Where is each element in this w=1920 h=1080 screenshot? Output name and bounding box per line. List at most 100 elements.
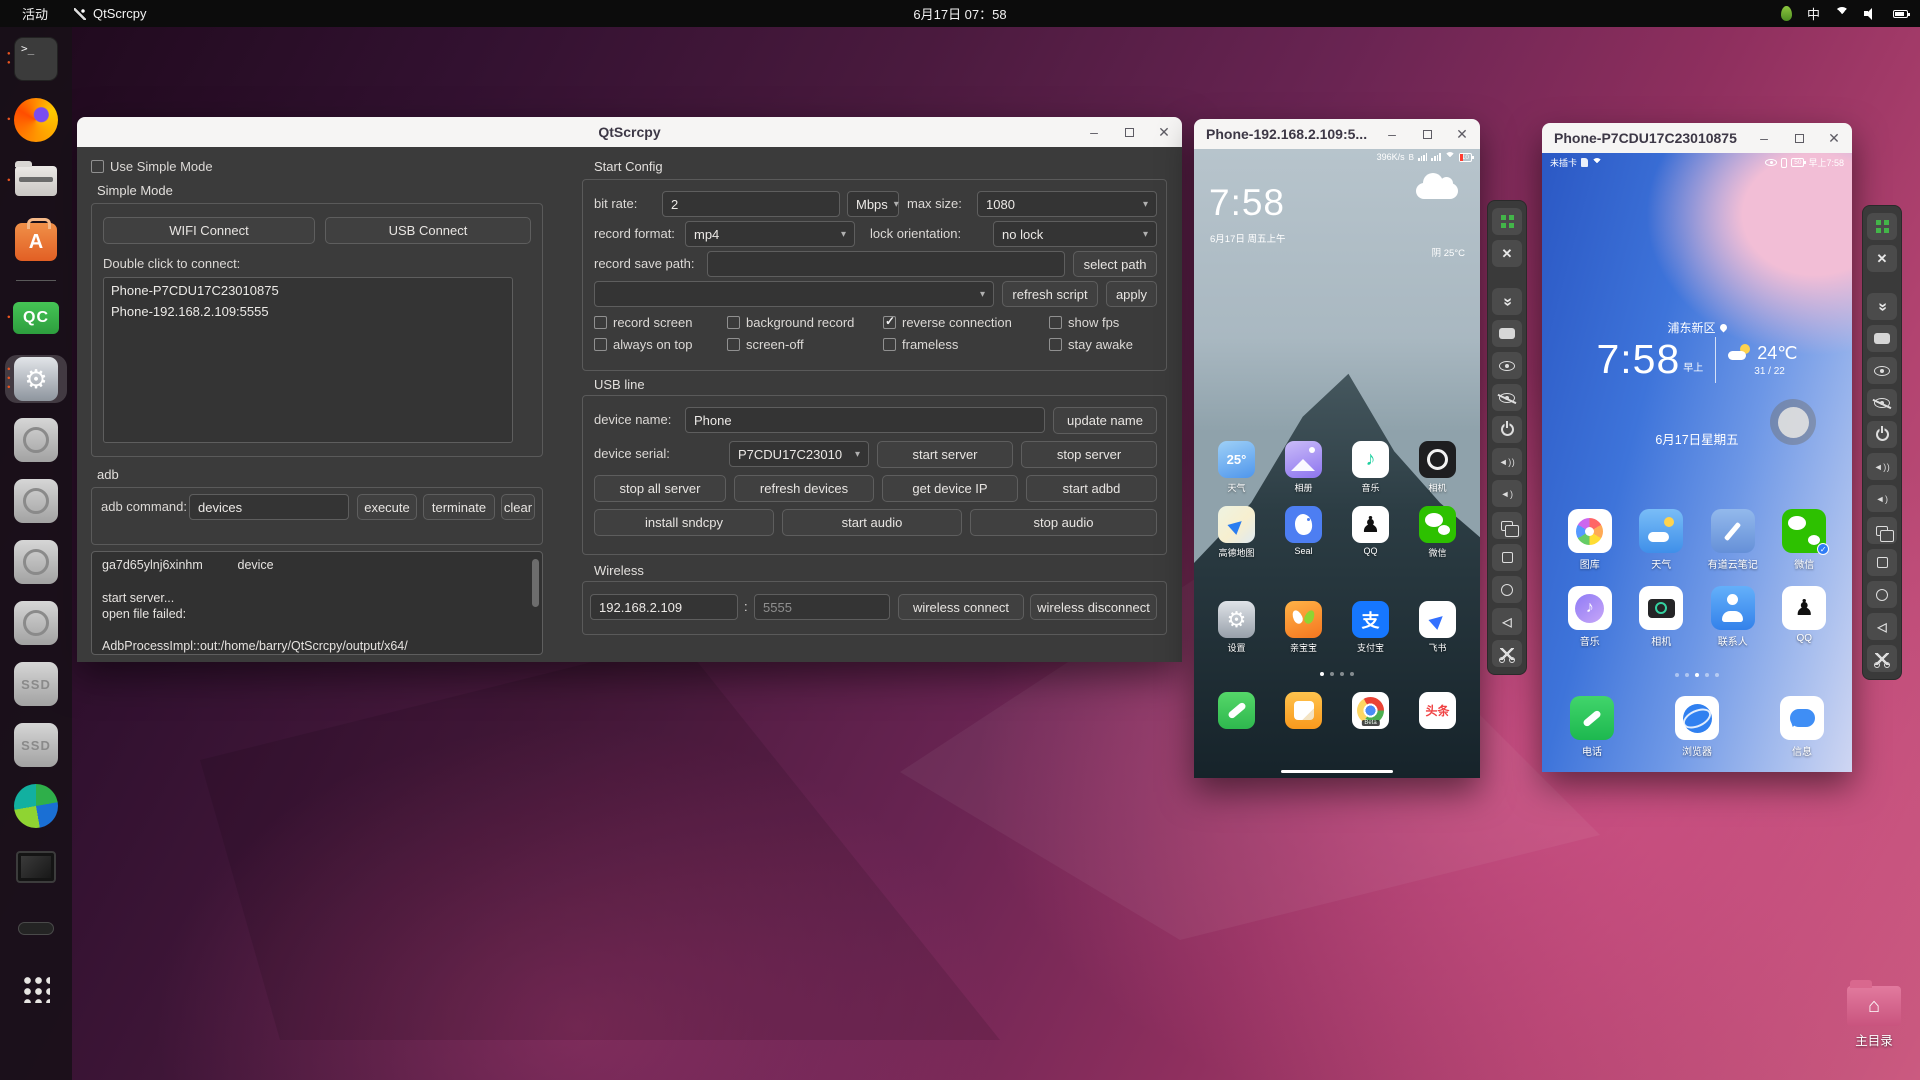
- dock-item-firefox[interactable]: [5, 96, 67, 144]
- stop-audio-button[interactable]: stop audio: [970, 509, 1157, 536]
- app-mi-weather[interactable]: 25°✓ 天气: [1218, 441, 1255, 494]
- record-screen-checkbox[interactable]: record screen: [594, 315, 727, 330]
- app-hw-music[interactable]: ♪✓ 音乐: [1567, 586, 1612, 648]
- app-youdao-note[interactable]: ✓ 有道云笔记: [1708, 509, 1758, 571]
- device-name-input[interactable]: Phone: [685, 407, 1045, 433]
- screen-on-button[interactable]: [1492, 352, 1522, 379]
- app-mi-settings[interactable]: ⚙✓ 设置: [1218, 601, 1255, 654]
- device-list-item[interactable]: Phone-P7CDU17C23010875: [104, 280, 512, 301]
- volume-up-button[interactable]: [1492, 448, 1522, 475]
- dock-item-terminal[interactable]: >_: [5, 35, 67, 83]
- app-wechat[interactable]: ✓ 微信: [1419, 506, 1456, 559]
- group-control-button[interactable]: [1492, 208, 1522, 235]
- execute-button[interactable]: execute: [357, 494, 417, 520]
- dock-item-show-apps[interactable]: [5, 965, 67, 1013]
- dock-item-disc-4[interactable]: [5, 599, 67, 647]
- phone2-maximize-button[interactable]: [1791, 130, 1807, 146]
- app-wechat[interactable]: ✓ 微信: [1782, 509, 1830, 571]
- menu-button[interactable]: [1867, 549, 1897, 576]
- frameless-checkbox[interactable]: frameless: [883, 337, 1049, 352]
- phone2-screen[interactable]: 未插卡 50 早上7:58 浦东新区 7:58 早上 24℃ 31 / 22 6…: [1542, 153, 1852, 772]
- power-button[interactable]: [1867, 421, 1897, 448]
- dock-app-phone[interactable]: ✓: [1218, 692, 1255, 732]
- phone2-titlebar[interactable]: Phone-P7CDU17C23010875 – ✕: [1542, 123, 1852, 153]
- max-size-dropdown[interactable]: 1080 ▾: [977, 191, 1157, 217]
- touch-button[interactable]: [1492, 320, 1522, 347]
- app-hw-gallery[interactable]: ✓ 图库: [1567, 509, 1612, 571]
- dock-item-disc-1[interactable]: [5, 416, 67, 464]
- phone2-clock-widget[interactable]: 7:58 早上 24℃ 31 / 22: [1542, 336, 1852, 383]
- always-on-top-checkbox[interactable]: always on top: [594, 337, 727, 352]
- app-qq[interactable]: ♟✓ QQ: [1782, 586, 1827, 648]
- screen-off-button[interactable]: [1867, 389, 1897, 416]
- screenshot-button[interactable]: [1492, 640, 1522, 667]
- show-fps-checkbox[interactable]: show fps: [1049, 315, 1159, 330]
- dock-item-files[interactable]: [5, 157, 67, 205]
- back-button[interactable]: [1867, 613, 1897, 640]
- select-path-button[interactable]: select path: [1073, 251, 1157, 277]
- phone1-maximize-button[interactable]: [1419, 126, 1435, 142]
- clock[interactable]: 6月17日 07：58: [913, 4, 1006, 23]
- power-button[interactable]: [1492, 416, 1522, 443]
- dock-item-disc-2[interactable]: [5, 477, 67, 525]
- stop-server-button[interactable]: stop server: [1021, 441, 1157, 468]
- stay-awake-checkbox[interactable]: stay awake: [1049, 337, 1159, 352]
- dock-item-qtcreator[interactable]: QC: [5, 294, 67, 342]
- fullscreen-button[interactable]: [1492, 240, 1522, 267]
- volume-icon[interactable]: [1864, 7, 1878, 20]
- battery-icon[interactable]: [1893, 9, 1910, 18]
- screen-off-checkbox[interactable]: screen-off: [727, 337, 883, 352]
- app-amap[interactable]: ▶✓ 高德地图: [1218, 506, 1255, 559]
- wireless-connect-button[interactable]: wireless connect: [898, 594, 1024, 620]
- log-scrollbar[interactable]: [532, 559, 539, 607]
- dock-item-media-app[interactable]: [5, 782, 67, 830]
- dock-app-browser[interactable]: ✓ 浏览器: [1675, 696, 1719, 758]
- screen-off-button[interactable]: [1492, 384, 1522, 411]
- lock-orientation-dropdown[interactable]: no lock ▾: [993, 221, 1157, 247]
- app-hw-camera[interactable]: ✓ 相机: [1639, 586, 1684, 648]
- home-folder-shortcut[interactable]: ⌂ 主目录: [1834, 980, 1914, 1049]
- script-dropdown[interactable]: ▾: [594, 281, 994, 307]
- wifi-connect-button[interactable]: WIFI Connect: [103, 217, 315, 244]
- phone1-home-bar[interactable]: [1281, 769, 1393, 773]
- dock-item-ubuntu-software[interactable]: A: [5, 218, 67, 266]
- wireless-disconnect-button[interactable]: wireless disconnect: [1030, 594, 1157, 620]
- record-save-path-input[interactable]: [707, 251, 1065, 277]
- wireless-port-input[interactable]: 5555: [754, 594, 890, 620]
- update-name-button[interactable]: update name: [1053, 407, 1157, 434]
- dock-item-settings[interactable]: ⚙: [5, 355, 67, 403]
- app-switch-button[interactable]: [1867, 517, 1897, 544]
- back-button[interactable]: [1492, 608, 1522, 635]
- app-qinbaobao[interactable]: ✓ 亲宝宝: [1285, 601, 1322, 654]
- wifi-icon[interactable]: [1835, 6, 1849, 21]
- install-sndcpy-button[interactable]: install sndcpy: [594, 509, 774, 536]
- qtscrcpy-titlebar[interactable]: QtScrcpy – ✕: [77, 117, 1182, 147]
- phone2-close-button[interactable]: ✕: [1826, 130, 1842, 146]
- dock-app-phone[interactable]: ✓ 电话: [1570, 696, 1614, 758]
- expand-notification-button[interactable]: [1867, 293, 1897, 320]
- home-button[interactable]: [1492, 576, 1522, 603]
- phone1-screen[interactable]: 396K/s B 10 7:58 6月17日 周五上午 阴 25°C 25°✓ …: [1194, 149, 1480, 778]
- start-server-button[interactable]: start server: [877, 441, 1013, 468]
- phone1-titlebar[interactable]: Phone-192.168.2.109:5... – ✕: [1194, 119, 1480, 149]
- dock-separator[interactable]: [5, 279, 67, 281]
- minimize-button[interactable]: –: [1086, 124, 1102, 140]
- refresh-script-button[interactable]: refresh script: [1002, 281, 1098, 307]
- terminate-button[interactable]: terminate: [423, 494, 495, 520]
- volume-down-button[interactable]: [1867, 485, 1897, 512]
- device-serial-dropdown[interactable]: P7CDU17C23010 ▾: [729, 441, 869, 467]
- get-device-ip-button[interactable]: get device IP: [882, 475, 1018, 502]
- dock-app-chrome[interactable]: Beta✓: [1352, 692, 1389, 732]
- close-button[interactable]: ✕: [1156, 124, 1172, 140]
- expand-notification-button[interactable]: [1492, 288, 1522, 315]
- focused-app-menu[interactable]: QtScrcpy: [74, 6, 146, 21]
- app-mi-gallery[interactable]: ✓ 相册: [1285, 441, 1322, 494]
- screen-on-button[interactable]: [1867, 357, 1897, 384]
- app-switch-button[interactable]: [1492, 512, 1522, 539]
- usb-connect-button[interactable]: USB Connect: [325, 217, 531, 244]
- app-feishu[interactable]: ▶✓ 飞书: [1419, 601, 1456, 654]
- refresh-devices-button[interactable]: refresh devices: [734, 475, 874, 502]
- fullscreen-button[interactable]: [1867, 245, 1897, 272]
- dock-item-ssd-2[interactable]: SSD: [5, 721, 67, 769]
- screenshot-button[interactable]: [1867, 645, 1897, 672]
